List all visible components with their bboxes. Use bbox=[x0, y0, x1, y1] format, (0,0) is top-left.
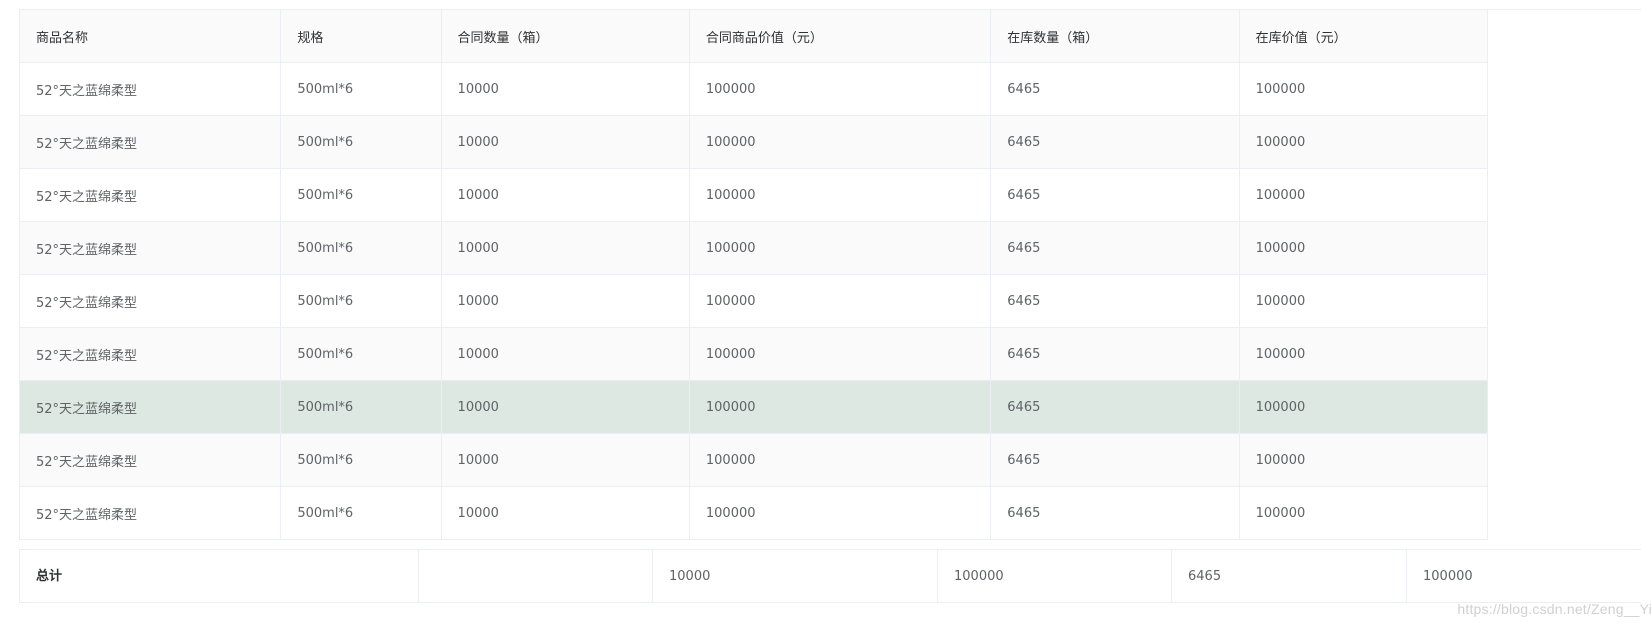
cell-contract-qty: 10000 bbox=[440, 274, 690, 328]
table-row[interactable]: 52°天之蓝绵柔型 500ml*6 10000 100000 6465 100000 bbox=[18, 62, 1489, 116]
summary-label: 总计 bbox=[20, 550, 419, 603]
table-body: 52°天之蓝绵柔型 500ml*6 10000 100000 6465 100000 52°… bbox=[18, 62, 1489, 540]
cell-contract-qty: 10000 bbox=[440, 380, 690, 434]
cell-spec: 500ml*6 bbox=[280, 274, 442, 328]
cell-spec: 500ml*6 bbox=[280, 62, 442, 116]
cell-contract-qty: 10000 bbox=[440, 486, 690, 540]
table-row[interactable]: 52°天之蓝绵柔型 500ml*6 10000 100000 6465 100000 bbox=[18, 433, 1489, 487]
cell-product-name: 52°天之蓝绵柔型 bbox=[18, 327, 282, 381]
table-row[interactable]: 52°天之蓝绵柔型 500ml*6 10000 100000 6465 100000 bbox=[18, 380, 1489, 434]
cell-contract-value: 100000 bbox=[688, 380, 992, 434]
summary-row: 总计 10000 100000 6465 100000 bbox=[19, 549, 1641, 603]
cell-stock-value: 100000 bbox=[1238, 433, 1489, 487]
cell-contract-qty: 10000 bbox=[440, 168, 690, 222]
cell-contract-qty: 10000 bbox=[440, 433, 690, 487]
table-header: 商品名称 规格 合同数量（箱） 合同商品价值（元） 在库数量（箱） 在库价值（元… bbox=[18, 9, 1489, 63]
summary-value: 100000 bbox=[938, 550, 1172, 603]
cell-contract-qty: 10000 bbox=[440, 115, 690, 169]
table-row[interactable]: 52°天之蓝绵柔型 500ml*6 10000 100000 6465 100000 bbox=[18, 221, 1489, 275]
column-header-spec[interactable]: 规格 bbox=[280, 9, 442, 63]
column-header-product-name[interactable]: 商品名称 bbox=[18, 9, 282, 63]
cell-stock-qty: 6465 bbox=[990, 115, 1240, 169]
cell-product-name: 52°天之蓝绵柔型 bbox=[18, 433, 282, 487]
cell-contract-value: 100000 bbox=[688, 62, 992, 116]
summary-blank-cell bbox=[419, 550, 653, 603]
cell-spec: 500ml*6 bbox=[280, 168, 442, 222]
cell-stock-value: 100000 bbox=[1238, 486, 1489, 540]
cell-stock-qty: 6465 bbox=[990, 486, 1240, 540]
table-row[interactable]: 52°天之蓝绵柔型 500ml*6 10000 100000 6465 100000 bbox=[18, 327, 1489, 381]
cell-product-name: 52°天之蓝绵柔型 bbox=[18, 168, 282, 222]
column-header-stock-qty[interactable]: 在库数量（箱） bbox=[990, 9, 1240, 63]
cell-stock-value: 100000 bbox=[1238, 380, 1489, 434]
data-table: 商品名称 规格 合同数量（箱） 合同商品价值（元） 在库数量（箱） 在库价值（元… bbox=[18, 9, 1489, 540]
watermark-text: https://blog.csdn.net/Zeng__Yi bbox=[1457, 601, 1652, 617]
cell-stock-qty: 6465 bbox=[990, 62, 1240, 116]
cell-spec: 500ml*6 bbox=[280, 115, 442, 169]
cell-product-name: 52°天之蓝绵柔型 bbox=[18, 221, 282, 275]
cell-contract-value: 100000 bbox=[688, 486, 992, 540]
cell-contract-value: 100000 bbox=[688, 327, 992, 381]
table-row[interactable]: 52°天之蓝绵柔型 500ml*6 10000 100000 6465 100000 bbox=[18, 115, 1489, 169]
cell-product-name: 52°天之蓝绵柔型 bbox=[18, 115, 282, 169]
cell-spec: 500ml*6 bbox=[280, 380, 442, 434]
cell-spec: 500ml*6 bbox=[280, 433, 442, 487]
column-header-contract-value[interactable]: 合同商品价值（元） bbox=[688, 9, 992, 63]
cell-stock-value: 100000 bbox=[1238, 62, 1489, 116]
table-row[interactable]: 52°天之蓝绵柔型 500ml*6 10000 100000 6465 100000 bbox=[18, 486, 1489, 540]
cell-stock-qty: 6465 bbox=[990, 168, 1240, 222]
cell-product-name: 52°天之蓝绵柔型 bbox=[18, 486, 282, 540]
cell-contract-value: 100000 bbox=[688, 115, 992, 169]
column-header-contract-qty[interactable]: 合同数量（箱） bbox=[440, 9, 690, 63]
cell-stock-qty: 6465 bbox=[990, 327, 1240, 381]
cell-stock-value: 100000 bbox=[1238, 115, 1489, 169]
cell-contract-value: 100000 bbox=[688, 433, 992, 487]
cell-stock-value: 100000 bbox=[1238, 274, 1489, 328]
summary-value: 6465 bbox=[1172, 550, 1407, 603]
cell-stock-qty: 6465 bbox=[990, 380, 1240, 434]
table-row[interactable]: 52°天之蓝绵柔型 500ml*6 10000 100000 6465 100000 bbox=[18, 274, 1489, 328]
column-header-stock-value[interactable]: 在库价值（元） bbox=[1238, 9, 1489, 63]
summary-value: 100000 bbox=[1423, 569, 1473, 584]
cell-contract-qty: 10000 bbox=[440, 221, 690, 275]
cell-product-name: 52°天之蓝绵柔型 bbox=[18, 274, 282, 328]
cell-contract-value: 100000 bbox=[688, 274, 992, 328]
cell-stock-value: 100000 bbox=[1238, 221, 1489, 275]
cell-stock-qty: 6465 bbox=[990, 274, 1240, 328]
cell-spec: 500ml*6 bbox=[280, 486, 442, 540]
cell-stock-qty: 6465 bbox=[990, 433, 1240, 487]
summary-value: 10000 bbox=[653, 550, 938, 603]
cell-spec: 500ml*6 bbox=[280, 221, 442, 275]
cell-stock-qty: 6465 bbox=[990, 221, 1240, 275]
header-row: 商品名称 规格 合同数量（箱） 合同商品价值（元） 在库数量（箱） 在库价值（元… bbox=[18, 9, 1489, 63]
cell-spec: 500ml*6 bbox=[280, 327, 442, 381]
cell-contract-value: 100000 bbox=[688, 221, 992, 275]
cell-contract-qty: 10000 bbox=[440, 327, 690, 381]
cell-product-name: 52°天之蓝绵柔型 bbox=[18, 62, 282, 116]
cell-stock-value: 100000 bbox=[1238, 168, 1489, 222]
table-row[interactable]: 52°天之蓝绵柔型 500ml*6 10000 100000 6465 100000 bbox=[18, 168, 1489, 222]
cell-stock-value: 100000 bbox=[1238, 327, 1489, 381]
cell-contract-value: 100000 bbox=[688, 168, 992, 222]
cell-contract-qty: 10000 bbox=[440, 62, 690, 116]
cell-product-name: 52°天之蓝绵柔型 bbox=[18, 380, 282, 434]
